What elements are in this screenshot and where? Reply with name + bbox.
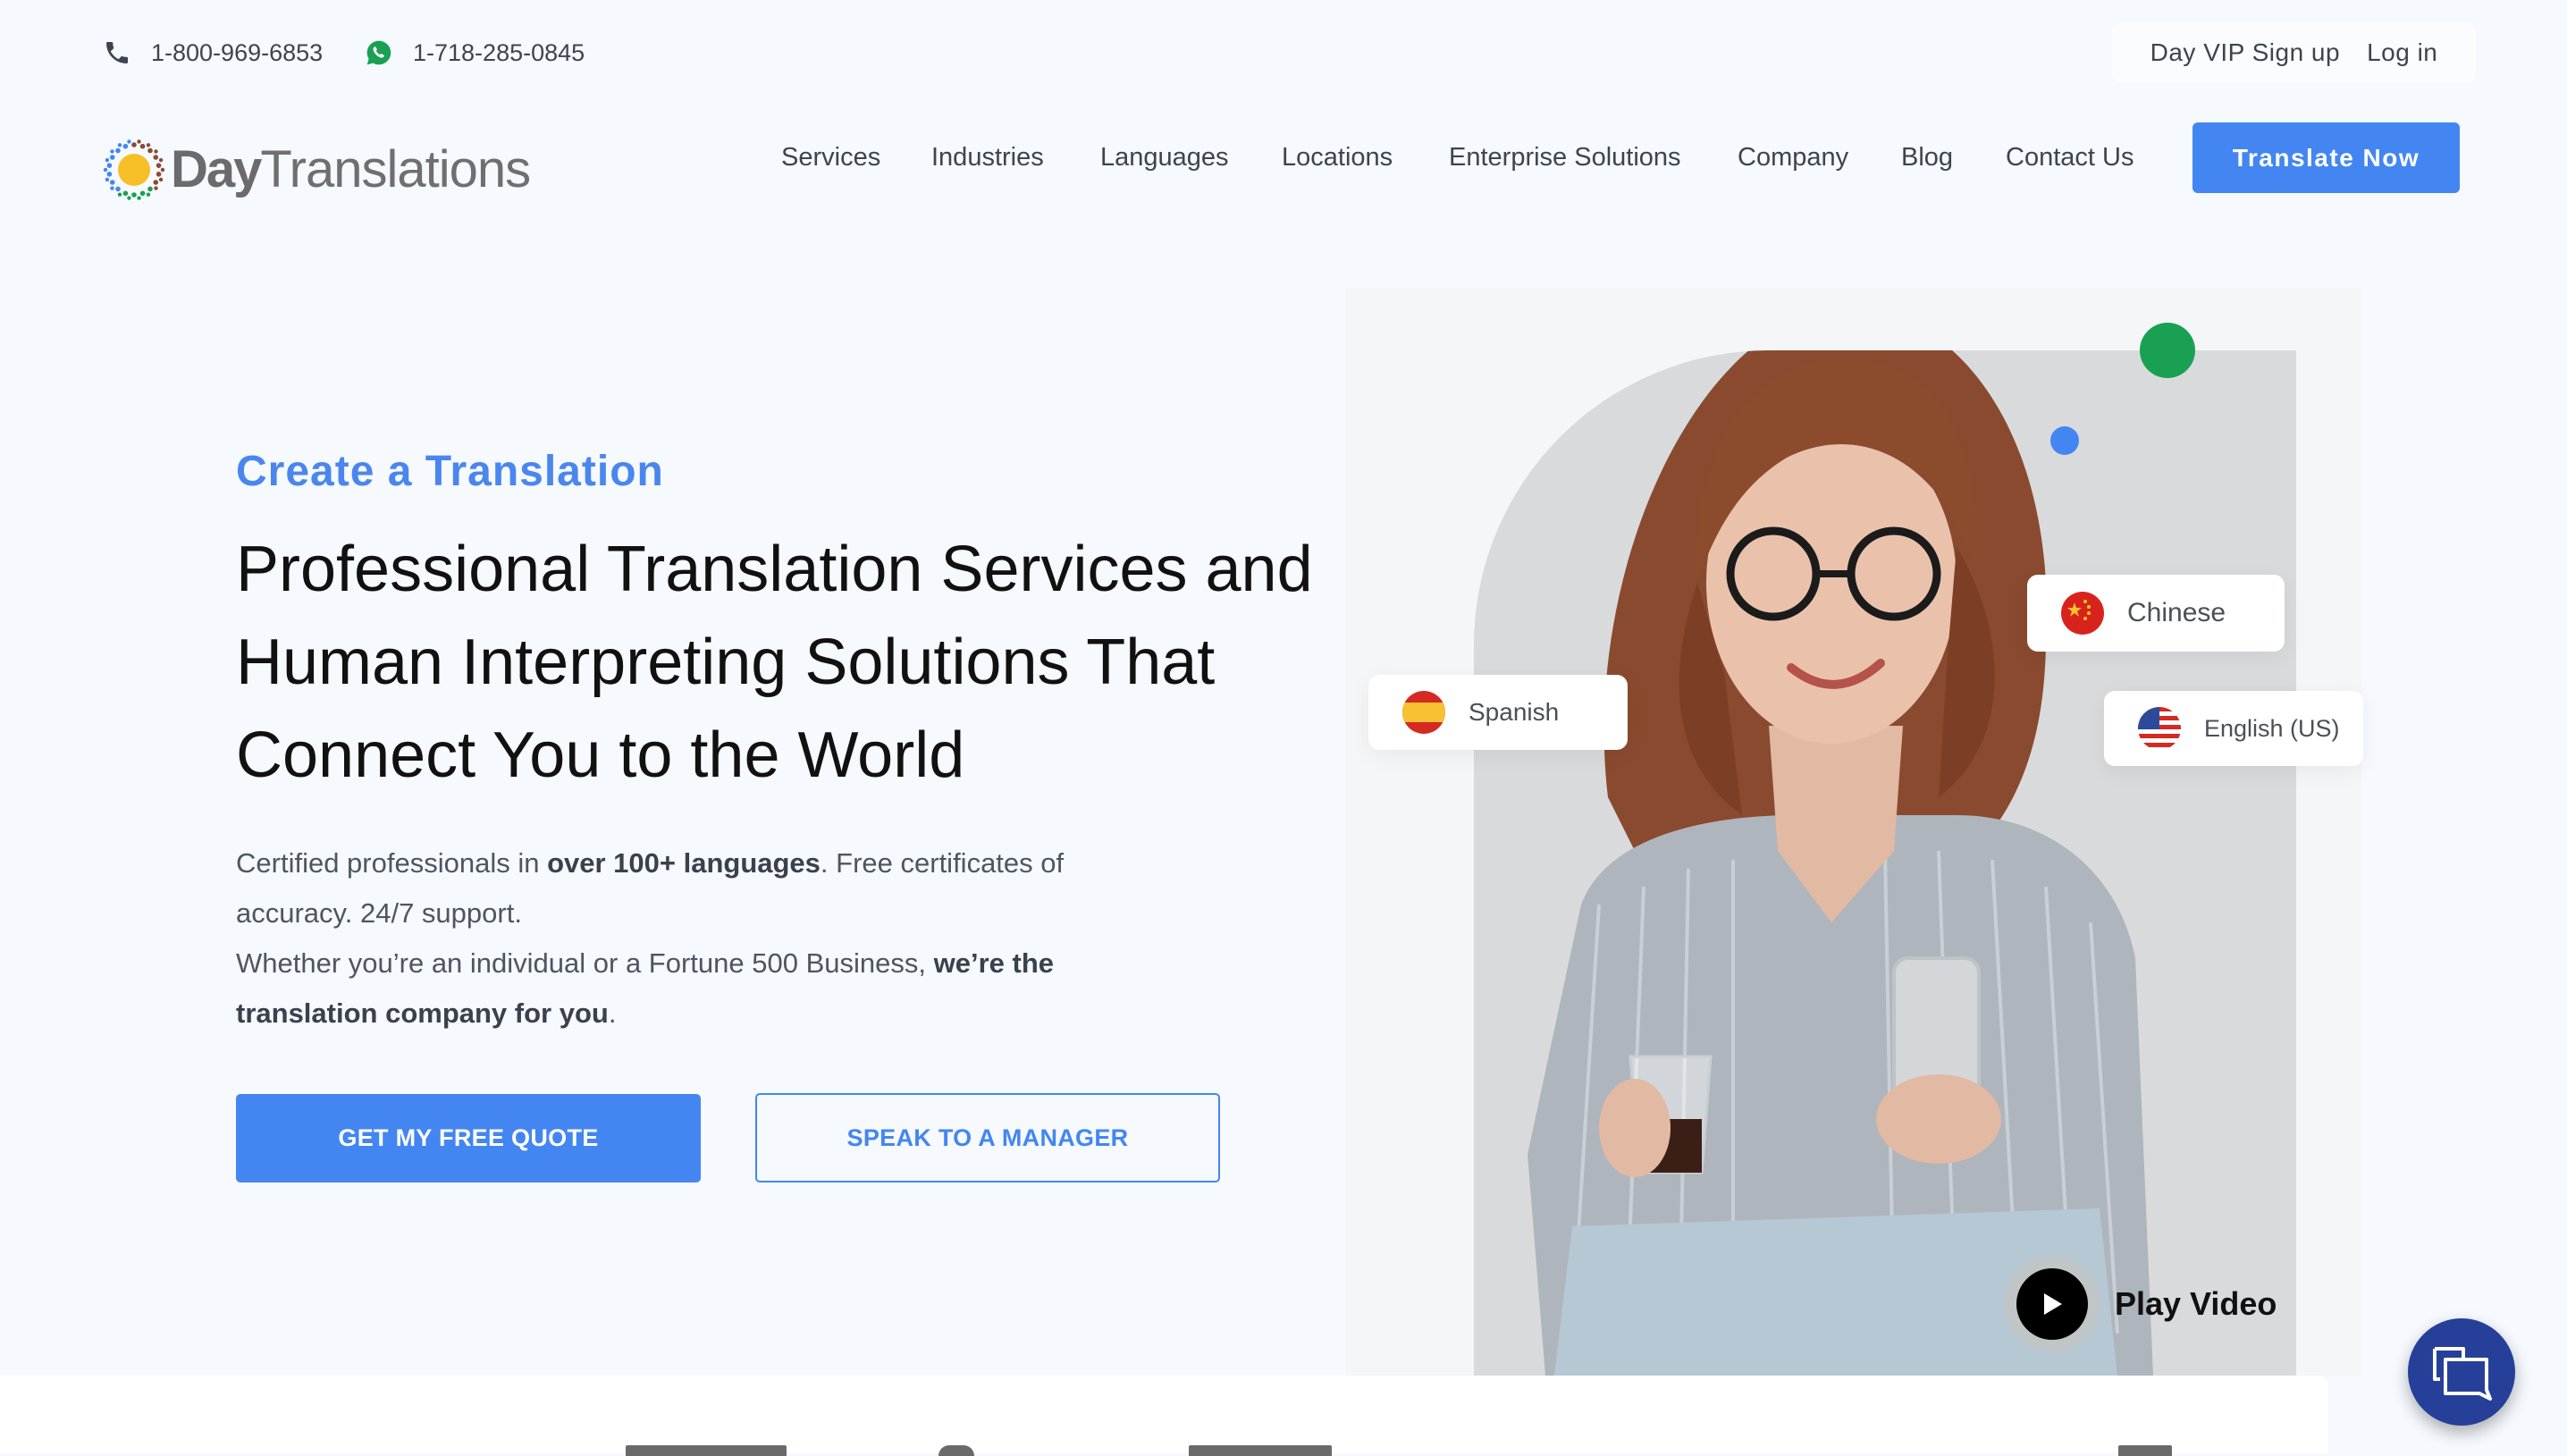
logo-dot bbox=[137, 139, 141, 144]
client-logo bbox=[1189, 1445, 1332, 1456]
translate-now-button[interactable]: Translate Now bbox=[2192, 122, 2460, 193]
logo-dot bbox=[103, 167, 108, 173]
logo-dot bbox=[109, 155, 115, 160]
nav-company[interactable]: Company bbox=[1738, 143, 1848, 173]
main-nav: Services Industries Languages Locations … bbox=[781, 143, 2176, 179]
decorative-blue-dot bbox=[2050, 426, 2079, 455]
play-button[interactable] bbox=[2016, 1268, 2088, 1340]
play-video-label[interactable]: Play Video bbox=[2115, 1285, 2277, 1323]
hero-eyebrow: Create a Translation bbox=[236, 448, 664, 495]
logo-dot bbox=[106, 163, 113, 168]
china-flag-icon bbox=[2061, 592, 2104, 635]
logo-dot bbox=[131, 142, 137, 147]
us-flag-icon bbox=[2138, 707, 2181, 750]
logo-dot bbox=[106, 172, 113, 177]
logo-dot bbox=[153, 180, 159, 185]
logo-dot bbox=[110, 186, 114, 190]
client-logo bbox=[938, 1445, 974, 1456]
nav-languages[interactable]: Languages bbox=[1100, 143, 1229, 173]
chat-bubbles-icon bbox=[2433, 1347, 2492, 1401]
logo-dot bbox=[146, 192, 151, 197]
logo-dot bbox=[139, 190, 146, 197]
phone-number[interactable]: 1-800-969-6853 bbox=[151, 39, 323, 67]
hero-description-p2: Whether you’re an individual or a Fortun… bbox=[236, 947, 1054, 1029]
logo-dot bbox=[110, 149, 114, 154]
logo-dot bbox=[158, 157, 164, 163]
logo-dot bbox=[156, 172, 162, 177]
logo-dot bbox=[147, 186, 153, 192]
hero-description-p1: Certified professionals in over 100+ lan… bbox=[236, 847, 1065, 929]
sun-logo-icon bbox=[103, 139, 165, 200]
play-icon bbox=[2044, 1293, 2062, 1315]
logo-dot bbox=[146, 143, 151, 147]
logo-dot bbox=[154, 186, 158, 190]
client-logos-strip bbox=[0, 1376, 2328, 1456]
logo-dot bbox=[154, 149, 158, 154]
language-card-english-us: English (US) bbox=[2104, 691, 2363, 766]
nav-locations[interactable]: Locations bbox=[1282, 143, 1393, 173]
decorative-green-dot bbox=[2140, 323, 2195, 378]
woman-photo-illustration bbox=[1528, 350, 2153, 1376]
logo-dot bbox=[115, 147, 121, 154]
logo-dot bbox=[137, 196, 141, 200]
hero-title: Professional Translation Services and Hu… bbox=[236, 523, 1398, 802]
chat-button[interactable] bbox=[2408, 1318, 2515, 1426]
language-label: Spanish bbox=[1469, 698, 1560, 726]
phone-contact[interactable]: 1-800-969-6853 bbox=[103, 34, 323, 72]
logo-dot bbox=[115, 186, 121, 192]
logo-dot bbox=[122, 143, 129, 149]
login-link[interactable]: Log in bbox=[2367, 38, 2437, 67]
client-logo-amazon bbox=[626, 1445, 787, 1456]
hero-title-line: Professional Translation Services and bbox=[236, 534, 1313, 605]
logo-dot bbox=[160, 167, 165, 173]
client-logo bbox=[2118, 1445, 2172, 1456]
logo-dot bbox=[127, 139, 131, 144]
phone-icon bbox=[106, 42, 128, 63]
whatsapp-number[interactable]: 1-718-285-0845 bbox=[413, 39, 585, 67]
language-card-chinese: Chinese bbox=[2027, 575, 2285, 652]
hero-title-line: Connect You to the World bbox=[236, 720, 965, 791]
play-video-control[interactable]: Play Video bbox=[2016, 1268, 2277, 1340]
logo-dot bbox=[139, 143, 146, 149]
get-free-quote-button[interactable]: GET MY FREE QUOTE bbox=[236, 1094, 701, 1182]
logo-dot bbox=[158, 177, 164, 182]
brand-logo[interactable]: DayTranslations bbox=[103, 138, 531, 202]
nav-enterprise-solutions[interactable]: Enterprise Solutions bbox=[1449, 143, 1681, 173]
logo-dot bbox=[122, 190, 129, 197]
language-card-spanish: Spanish bbox=[1368, 675, 1628, 750]
logo-dot bbox=[127, 196, 131, 200]
logo-dot bbox=[105, 177, 110, 182]
logo-dot bbox=[105, 157, 110, 163]
whatsapp-icon bbox=[366, 40, 391, 65]
logo-text: DayTranslations bbox=[171, 140, 531, 198]
vip-signup-link[interactable]: Day VIP Sign up bbox=[2150, 38, 2340, 67]
account-links: Day VIP Sign up Log in bbox=[2112, 23, 2476, 82]
speak-to-manager-button[interactable]: SPEAK TO A MANAGER bbox=[755, 1093, 1220, 1182]
hero-title-line: Human Interpreting Solutions That bbox=[236, 627, 1216, 698]
logo-dot bbox=[156, 163, 162, 168]
nav-contact-us[interactable]: Contact Us bbox=[2006, 143, 2134, 173]
logo-dot bbox=[117, 192, 122, 197]
nav-industries[interactable]: Industries bbox=[931, 143, 1044, 173]
hero-photo bbox=[1474, 350, 2296, 1376]
nav-blog[interactable]: Blog bbox=[1901, 143, 1953, 173]
whatsapp-contact[interactable]: 1-718-285-0845 bbox=[365, 34, 585, 72]
logo-dot bbox=[117, 143, 122, 147]
language-label: Chinese bbox=[2127, 598, 2226, 627]
logo-dot bbox=[147, 147, 153, 154]
language-label: English (US) bbox=[2204, 714, 2340, 742]
spain-flag-icon bbox=[1402, 691, 1445, 734]
logo-dot bbox=[109, 180, 115, 185]
hero-description: Certified professionals in over 100+ lan… bbox=[236, 838, 1130, 1039]
nav-services[interactable]: Services bbox=[781, 143, 880, 173]
logo-dot bbox=[131, 192, 137, 198]
logo-dot bbox=[153, 155, 159, 160]
